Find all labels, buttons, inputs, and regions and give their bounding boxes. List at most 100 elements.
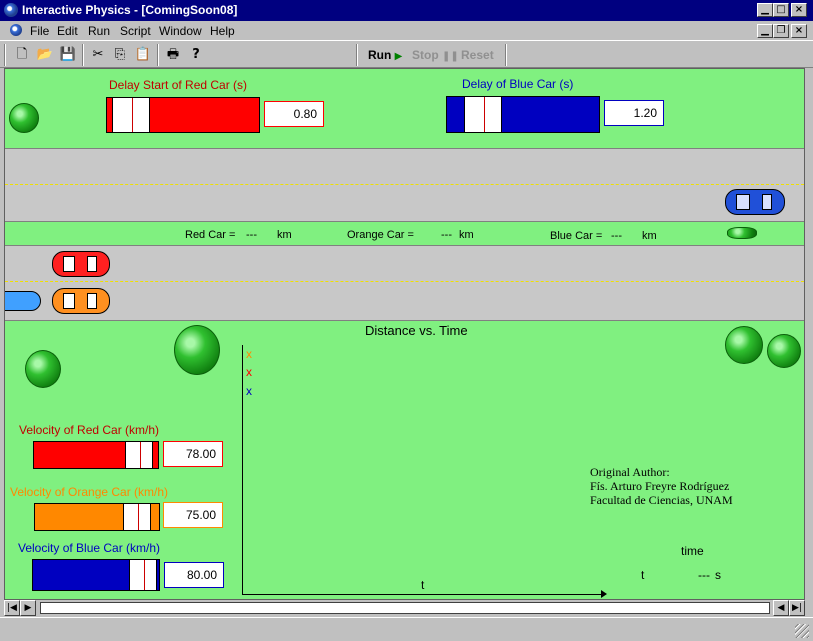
time-label: t bbox=[641, 568, 645, 582]
credits-author: Fís. Arturo Freyre Rodríguez bbox=[590, 479, 730, 493]
horizontal-scrollbar[interactable]: |◀ ▶ ◀ ▶| bbox=[4, 600, 805, 616]
doc-close-button[interactable]: × bbox=[791, 24, 807, 38]
delay-red-value-field[interactable]: 0.80 bbox=[264, 101, 324, 127]
orange-car-meter-unit: km bbox=[459, 229, 474, 241]
menu-script[interactable]: Script bbox=[120, 24, 151, 38]
orange-car[interactable] bbox=[52, 288, 110, 314]
toolbar-grip bbox=[4, 44, 6, 66]
resize-grip-icon[interactable] bbox=[795, 624, 809, 638]
road-top bbox=[5, 148, 804, 222]
velocity-blue-value-field[interactable]: 80.00 bbox=[164, 562, 224, 588]
menu-help[interactable]: Help bbox=[210, 24, 235, 38]
delay-red-slider-thumb[interactable] bbox=[112, 98, 150, 132]
delay-blue-value-field[interactable]: 1.20 bbox=[604, 100, 664, 126]
velocity-orange-slider-thumb[interactable] bbox=[123, 504, 151, 530]
scroll-start-icon[interactable]: |◀ bbox=[4, 600, 20, 616]
red-car-window bbox=[63, 256, 75, 272]
delay-blue-slider[interactable] bbox=[446, 96, 600, 133]
toolbar-separator bbox=[505, 44, 507, 66]
lane-divider bbox=[5, 281, 804, 282]
orange-car-meter-label: Orange Car = bbox=[347, 229, 414, 241]
stop-button[interactable]: Stop ❚❚ bbox=[412, 48, 459, 62]
tree-icon bbox=[25, 350, 61, 388]
copy-icon[interactable]: ⎘ bbox=[110, 45, 130, 65]
red-car-meter-unit: km bbox=[277, 229, 292, 241]
reset-button[interactable]: Reset bbox=[461, 48, 494, 62]
slider-value-mark bbox=[484, 97, 485, 132]
cut-icon[interactable]: ✂ bbox=[88, 45, 108, 65]
scroll-right-icon[interactable]: ▶ bbox=[20, 600, 36, 616]
scrollbar-track[interactable] bbox=[40, 602, 770, 614]
x-axis-arrow-icon bbox=[601, 590, 607, 598]
blue-car-window bbox=[762, 194, 772, 210]
print-icon[interactable]: 🖶 bbox=[163, 45, 183, 65]
play-icon: ▶ bbox=[394, 51, 403, 62]
road-bottom bbox=[5, 245, 804, 321]
slider-value-mark bbox=[140, 442, 141, 468]
stop-label: Stop bbox=[412, 48, 439, 62]
blue-car-meter-value: --- bbox=[611, 230, 622, 242]
toolbar-separator bbox=[356, 44, 358, 66]
blue-car-window bbox=[736, 194, 750, 210]
blue-car-meter-label: Blue Car = bbox=[550, 230, 603, 242]
velocity-orange-slider[interactable] bbox=[34, 503, 160, 531]
reset-label: Reset bbox=[461, 48, 494, 62]
delay-blue-label: Delay of Blue Car (s) bbox=[462, 77, 574, 91]
new-file-icon[interactable]: 🗋 bbox=[12, 45, 32, 65]
save-icon[interactable]: 💾 bbox=[58, 45, 78, 65]
velocity-red-slider[interactable] bbox=[33, 441, 159, 469]
velocity-blue-slider[interactable] bbox=[32, 559, 160, 591]
menu-window[interactable]: Window bbox=[159, 24, 202, 38]
toolbar-separator bbox=[82, 44, 84, 66]
blue-car[interactable] bbox=[725, 189, 785, 215]
velocity-orange-value-field[interactable]: 75.00 bbox=[163, 502, 223, 528]
graph-x-label: t bbox=[421, 578, 425, 592]
menu-run[interactable]: Run bbox=[88, 24, 110, 38]
scroll-left-icon[interactable]: ◀ bbox=[773, 600, 789, 616]
graph-x-axis bbox=[242, 594, 604, 595]
minimize-button[interactable]: ▁ bbox=[757, 3, 773, 17]
red-car[interactable] bbox=[52, 251, 110, 277]
paste-icon[interactable]: 📋 bbox=[133, 45, 153, 65]
delay-blue-slider-thumb[interactable] bbox=[464, 97, 502, 132]
scroll-end-icon[interactable]: ▶| bbox=[789, 600, 805, 616]
legend-blue-mark: x bbox=[246, 384, 252, 398]
red-car-meter-value: --- bbox=[246, 229, 257, 241]
velocity-red-value-field[interactable]: 78.00 bbox=[163, 441, 223, 467]
help-icon[interactable]: ? bbox=[186, 45, 206, 65]
lane-divider bbox=[5, 184, 804, 185]
document-icon[interactable] bbox=[10, 24, 22, 36]
delay-red-slider[interactable] bbox=[106, 97, 260, 133]
slider-value-mark bbox=[132, 98, 133, 132]
slider-value-mark bbox=[144, 560, 145, 590]
tree-icon bbox=[9, 103, 39, 133]
menu-edit[interactable]: Edit bbox=[57, 24, 78, 38]
close-button[interactable]: × bbox=[791, 3, 807, 17]
blue-car-partial[interactable] bbox=[5, 291, 41, 311]
maximize-button[interactable]: □ bbox=[773, 3, 789, 17]
time-unit: s bbox=[715, 568, 721, 582]
velocity-blue-slider-thumb[interactable] bbox=[129, 560, 157, 590]
status-bar bbox=[0, 617, 813, 641]
time-value: --- bbox=[698, 568, 710, 582]
blue-car-meter-unit: km bbox=[642, 230, 657, 242]
run-button[interactable]: Run ▶ bbox=[368, 48, 402, 62]
velocity-orange-label: Velocity of Orange Car (km/h) bbox=[10, 485, 169, 499]
menu-file[interactable]: File bbox=[30, 24, 49, 38]
red-car-meter-label: Red Car = bbox=[185, 229, 236, 241]
orange-car-window bbox=[87, 293, 97, 309]
title-bar: Interactive Physics - [ComingSoon08] ▁ □… bbox=[0, 0, 813, 21]
simulation-workspace[interactable]: Delay Start of Red Car (s) 0.80 Delay of… bbox=[4, 68, 805, 600]
app-icon[interactable] bbox=[4, 3, 18, 17]
pause-icon: ❚❚ bbox=[442, 51, 459, 62]
red-car-window bbox=[87, 256, 97, 272]
doc-restore-button[interactable]: ❐ bbox=[773, 24, 789, 38]
doc-minimize-button[interactable]: ▁ bbox=[757, 24, 773, 38]
open-folder-icon[interactable]: 📂 bbox=[35, 45, 55, 65]
tree-icon bbox=[725, 326, 763, 364]
delay-red-label: Delay Start of Red Car (s) bbox=[109, 78, 248, 92]
toolbar: 🗋 📂 💾 ✂ ⎘ 📋 🖶 ? Run ▶ Stop ❚❚ Reset bbox=[0, 40, 813, 68]
tree-icon bbox=[174, 325, 220, 375]
slider-value-mark bbox=[138, 504, 139, 530]
velocity-red-slider-thumb[interactable] bbox=[125, 442, 153, 468]
